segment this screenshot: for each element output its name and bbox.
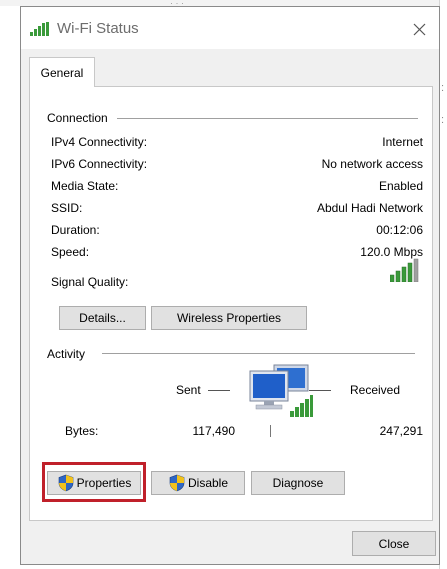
sent-dash: [208, 390, 230, 391]
close-icon[interactable]: [405, 16, 433, 42]
background-window-edge: : :: [439, 0, 447, 569]
ipv6-value: No network access: [321, 157, 423, 171]
title-bar[interactable]: Wi-Fi Status: [21, 7, 439, 49]
duration-label: Duration:: [51, 223, 100, 237]
received-label: Received: [350, 383, 401, 397]
media-state-value: Enabled: [378, 179, 423, 193]
wireless-properties-button[interactable]: Wireless Properties: [151, 306, 307, 330]
ipv4-value: Internet: [382, 135, 423, 149]
uac-shield-icon: [169, 474, 185, 492]
dialog-title: Wi-Fi Status: [57, 20, 139, 37]
close-button[interactable]: Close: [352, 531, 436, 556]
disable-label: Disable: [187, 476, 229, 490]
background-edge-mark: :: [441, 114, 445, 126]
signal-bars-icon: [390, 258, 419, 282]
section-divider: [117, 118, 418, 119]
bytes-label: Bytes:: [65, 424, 99, 438]
background-edge-mark: :: [441, 82, 445, 94]
section-divider: [102, 353, 415, 354]
bytes-sent-value: 117,490: [192, 424, 236, 438]
signal-quality-label: Signal Quality:: [51, 275, 129, 289]
bytes-received-value: 247,291: [379, 424, 423, 438]
activity-heading: Activity: [47, 347, 92, 361]
properties-button[interactable]: Properties: [47, 471, 141, 495]
ipv4-label: IPv4 Connectivity:: [51, 135, 148, 149]
speed-value: 120.0 Mbps: [360, 245, 423, 259]
properties-label: Properties: [76, 476, 132, 490]
disable-button[interactable]: Disable: [151, 471, 245, 495]
activity-separator: [270, 425, 271, 437]
details-button[interactable]: Details...: [59, 306, 146, 330]
ipv6-label: IPv6 Connectivity:: [51, 157, 148, 171]
ssid-value: Abdul Hadi Network: [316, 201, 423, 215]
diagnose-button[interactable]: Diagnose: [251, 471, 345, 495]
sent-label: Sent: [176, 383, 201, 397]
speed-label: Speed:: [51, 245, 90, 259]
general-tab-panel: Connection IPv4 Connectivity: Internet I…: [29, 86, 433, 521]
media-state-label: Media State:: [51, 179, 119, 193]
duration-value: 00:12:06: [376, 223, 423, 237]
ssid-label: SSID:: [51, 201, 83, 215]
wifi-signal-icon: [30, 22, 49, 36]
wifi-status-dialog: Wi-Fi Status General Connection IPv4 Con…: [20, 6, 440, 565]
uac-shield-icon: [58, 474, 73, 492]
connection-heading: Connection: [47, 111, 114, 125]
tab-general[interactable]: General: [29, 57, 95, 87]
network-computers-icon: [249, 364, 313, 417]
